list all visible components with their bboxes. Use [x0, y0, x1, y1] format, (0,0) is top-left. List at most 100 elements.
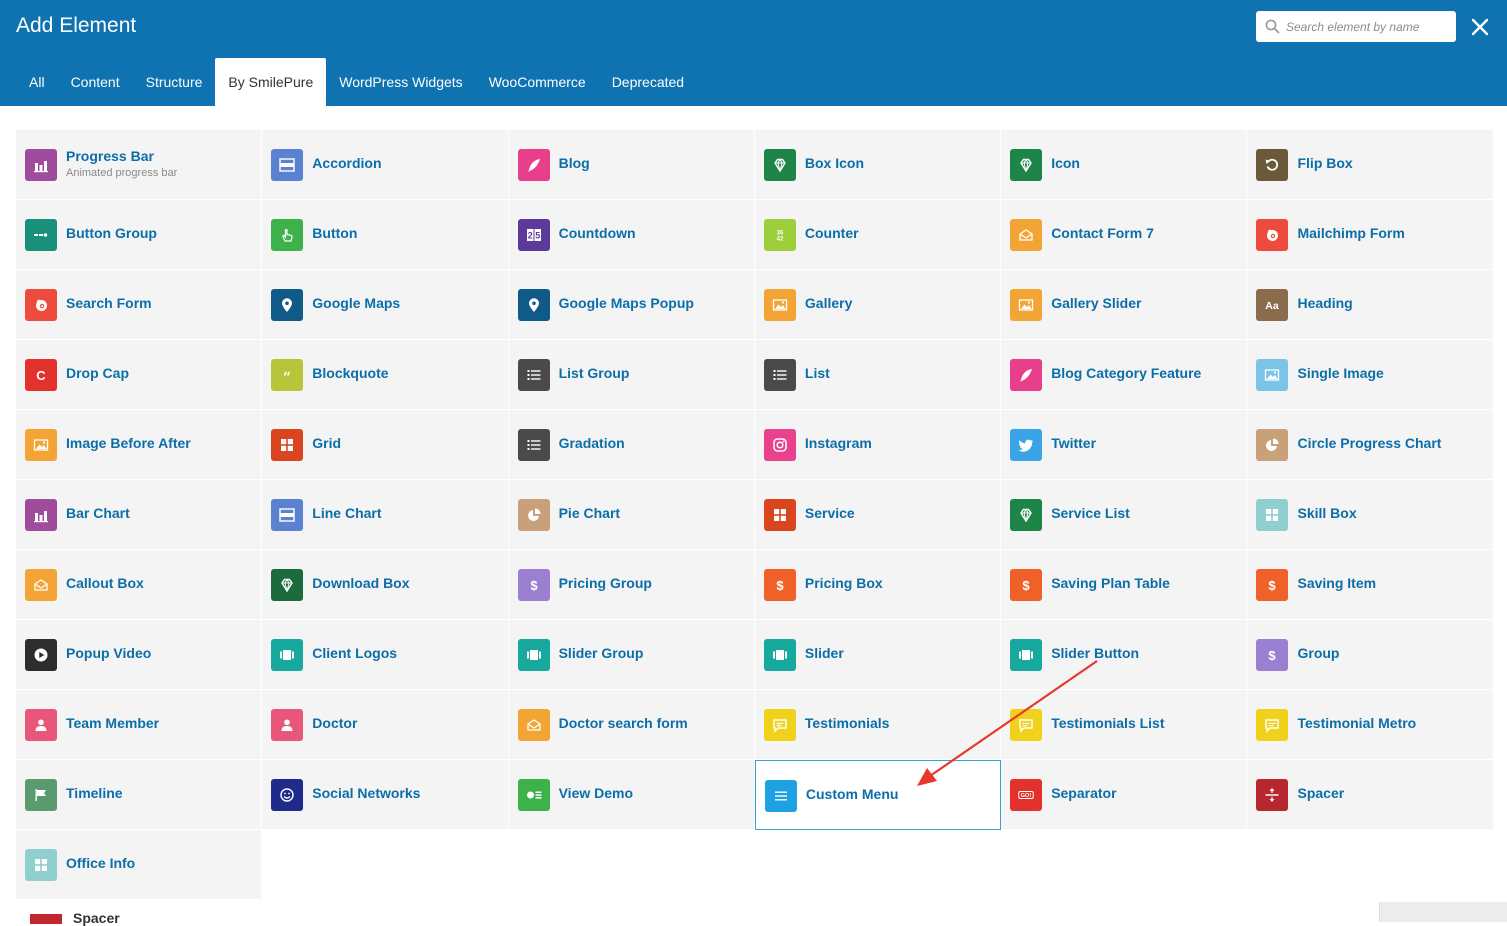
element-label: Slider	[804, 645, 844, 661]
element-card-doctor[interactable]: Doctor	[262, 690, 509, 760]
element-card-list-group[interactable]: List Group	[508, 340, 755, 410]
element-card-image-before-after[interactable]: Image Before After	[16, 410, 263, 480]
element-card-heading[interactable]: Aa Heading	[1247, 270, 1494, 340]
element-card-spacer[interactable]: Spacer	[1247, 760, 1494, 830]
element-card-office-info[interactable]: Office Info	[16, 830, 263, 900]
background-page-peek: Spacer	[0, 902, 1507, 926]
element-card-mailchimp-form[interactable]: Mailchimp Form	[1247, 200, 1494, 270]
element-card-saving-plan-table[interactable]: $ Saving Plan Table	[1001, 550, 1248, 620]
element-card-slider-button[interactable]: Slider Button	[1001, 620, 1248, 690]
element-card-pricing-group[interactable]: $ Pricing Group	[508, 550, 755, 620]
element-card-blog-category-feature[interactable]: Blog Category Feature	[1001, 340, 1248, 410]
close-icon	[1471, 18, 1489, 36]
element-card-flip-box[interactable]: Flip Box	[1247, 130, 1494, 200]
image-icon	[25, 429, 57, 461]
tab-woocommerce[interactable]: WooCommerce	[476, 58, 599, 106]
element-card-doctor-search-form[interactable]: Doctor search form	[508, 690, 755, 760]
element-card-gradation[interactable]: Gradation	[508, 410, 755, 480]
tab-by-smilepure[interactable]: By SmilePure	[215, 58, 327, 106]
element-card-counter[interactable]: 36 42 Counter	[754, 200, 1002, 270]
element-card-circle-progress-chart[interactable]: Circle Progress Chart	[1247, 410, 1494, 480]
quote-icon: “	[271, 359, 304, 391]
background-element-label: Spacer	[73, 910, 120, 926]
element-card-pricing-box[interactable]: $ Pricing Box	[754, 550, 1002, 620]
element-card-skill-box[interactable]: Skill Box	[1247, 480, 1494, 550]
element-card-single-image[interactable]: Single Image	[1247, 340, 1494, 410]
element-card-icon[interactable]: Icon	[1001, 130, 1248, 200]
modal-header: Add Element AllContentStructureBy SmileP…	[0, 0, 1507, 106]
tab-deprecated[interactable]: Deprecated	[599, 58, 697, 106]
svg-text:C: C	[36, 368, 46, 383]
element-card-grid[interactable]: Grid	[262, 410, 509, 480]
element-card-gallery[interactable]: Gallery	[754, 270, 1002, 340]
element-card-custom-menu[interactable]: Custom Menu	[754, 760, 1002, 830]
element-card-pie-chart[interactable]: Pie Chart	[508, 480, 755, 550]
element-description: Animated progress bar	[66, 167, 178, 179]
element-card-button[interactable]: Button	[262, 200, 509, 270]
element-card-list[interactable]: List	[754, 340, 1002, 410]
envelope-icon	[1010, 219, 1043, 251]
element-label: Separator	[1051, 785, 1117, 801]
element-card-instagram[interactable]: Instagram	[754, 410, 1002, 480]
element-card-countdown[interactable]: 2 5 Countdown	[508, 200, 755, 270]
element-card-testimonial-metro[interactable]: Testimonial Metro	[1247, 690, 1494, 760]
element-label: Line Chart	[312, 505, 382, 521]
svg-text:$: $	[530, 578, 538, 593]
user-icon	[271, 709, 304, 741]
element-card-accordion[interactable]: Accordion	[262, 130, 509, 200]
element-card-slider[interactable]: Slider	[754, 620, 1002, 690]
element-card-testimonials[interactable]: Testimonials	[754, 690, 1002, 760]
element-card-client-logos[interactable]: Client Logos	[262, 620, 509, 690]
tab-content[interactable]: Content	[58, 58, 133, 106]
element-card-popup-video[interactable]: Popup Video	[16, 620, 263, 690]
element-label: Drop Cap	[66, 365, 129, 381]
element-card-slider-group[interactable]: Slider Group	[508, 620, 755, 690]
element-card-google-maps[interactable]: Google Maps	[262, 270, 509, 340]
element-label: Image Before After	[66, 435, 191, 451]
element-card-bar-chart[interactable]: Bar Chart	[16, 480, 263, 550]
svg-text:$: $	[1023, 578, 1031, 593]
hand-pointer-icon	[271, 219, 304, 251]
element-label: Testimonials List	[1051, 715, 1165, 731]
element-card-service[interactable]: Service	[754, 480, 1002, 550]
separator-badge-text: GO!	[1021, 793, 1032, 799]
element-card-google-maps-popup[interactable]: Google Maps Popup	[508, 270, 755, 340]
element-label: Contact Form 7	[1051, 225, 1154, 241]
element-card-button-group[interactable]: Button Group	[16, 200, 263, 270]
element-card-timeline[interactable]: Timeline	[16, 760, 263, 830]
element-card-contact-form-7[interactable]: Contact Form 7	[1001, 200, 1248, 270]
tab-structure[interactable]: Structure	[133, 58, 216, 106]
element-card-view-demo[interactable]: View Demo	[508, 760, 755, 830]
element-card-service-list[interactable]: Service List	[1001, 480, 1248, 550]
element-card-team-member[interactable]: Team Member	[16, 690, 263, 760]
element-card-callout-box[interactable]: Callout Box	[16, 550, 263, 620]
element-label: Callout Box	[66, 575, 144, 591]
element-card-line-chart[interactable]: Line Chart	[262, 480, 509, 550]
pie-icon	[517, 499, 550, 531]
element-card-search-form[interactable]: Search Form	[16, 270, 263, 340]
element-card-twitter[interactable]: Twitter	[1001, 410, 1248, 480]
search-box[interactable]	[1256, 11, 1456, 42]
element-card-box-icon[interactable]: Box Icon	[754, 130, 1002, 200]
element-card-saving-item[interactable]: $ Saving Item	[1247, 550, 1494, 620]
element-card-download-box[interactable]: Download Box	[262, 550, 509, 620]
element-card-social-networks[interactable]: Social Networks	[262, 760, 509, 830]
close-button[interactable]	[1468, 15, 1492, 39]
slider-icon	[517, 639, 550, 671]
element-card-blockquote[interactable]: “ Blockquote	[262, 340, 509, 410]
search-input[interactable]	[1286, 11, 1451, 42]
element-card-testimonials-list[interactable]: Testimonials List	[1001, 690, 1248, 760]
slider-icon	[271, 639, 304, 671]
element-card-drop-cap[interactable]: C Drop Cap	[16, 340, 263, 410]
element-card-progress-bar[interactable]: Progress Bar Animated progress bar	[16, 130, 263, 200]
element-card-blog[interactable]: Blog	[508, 130, 755, 200]
tab-all[interactable]: All	[16, 58, 58, 106]
dollar-icon: $	[1256, 639, 1289, 671]
element-card-group[interactable]: $ Group	[1247, 620, 1494, 690]
tab-wordpress-widgets[interactable]: WordPress Widgets	[326, 58, 475, 106]
instagram-icon	[763, 429, 796, 461]
search-icon	[1265, 19, 1280, 34]
element-card-gallery-slider[interactable]: Gallery Slider	[1001, 270, 1248, 340]
element-card-separator[interactable]: GO! Separator	[1001, 760, 1248, 830]
element-label: Timeline	[66, 785, 123, 801]
